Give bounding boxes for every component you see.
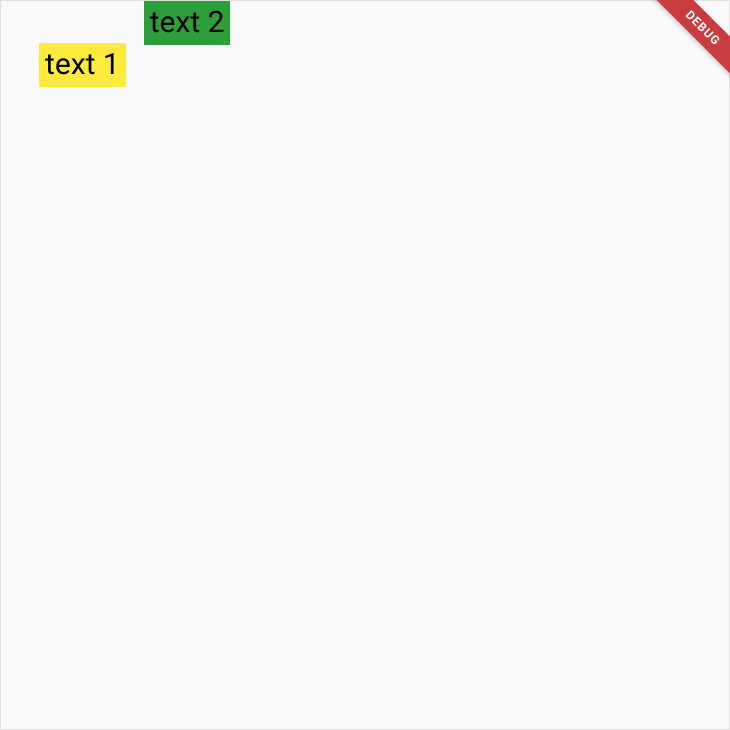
text-row: text 1 text 2 [1, 1, 729, 87]
text-label-2: text 2 [144, 1, 231, 45]
text-label-1: text 1 [39, 43, 126, 87]
